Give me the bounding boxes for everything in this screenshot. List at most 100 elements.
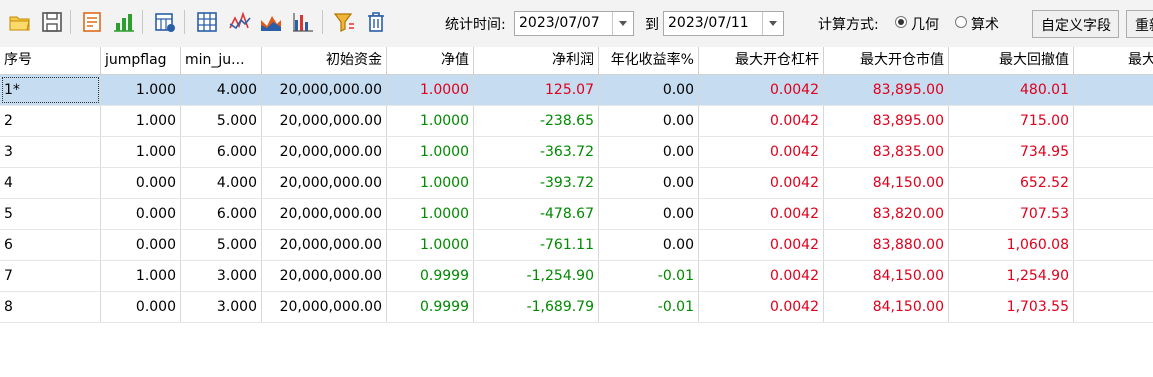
line-chart-icon[interactable] [228, 10, 252, 34]
table-row[interactable]: 5 0.000 6.000 20,000,000.00 1.0000 -478.67 0.0… [0, 199, 1153, 230]
cell-lev[interactable]: 0.0042 [699, 168, 824, 198]
cell-mktval[interactable]: 83,880.00 [824, 230, 949, 260]
table-row[interactable]: 8 0.000 3.000 20,000,000.00 0.9999 -1,689.79-… [0, 292, 1153, 323]
cell-blank[interactable] [1074, 75, 1153, 105]
col-header-jumpflag[interactable]: jumpflag [101, 47, 181, 74]
cell-blank[interactable] [1074, 199, 1153, 229]
cell-blank[interactable] [1074, 137, 1153, 167]
cell-jumpflag[interactable]: 1.000 [101, 137, 181, 167]
radio-arithmetic[interactable] [955, 16, 967, 28]
radio-geometric[interactable] [895, 16, 907, 28]
col-header-max-drawdown[interactable]: 最大回撤值 [949, 47, 1074, 74]
cell-capital[interactable]: 20,000,000.00 [262, 292, 387, 322]
cell-capital[interactable]: 20,000,000.00 [262, 106, 387, 136]
custom-field-button[interactable]: 自定义字段 [1032, 10, 1119, 38]
delete-icon[interactable] [364, 10, 388, 34]
col-header-index[interactable]: 序号 [0, 47, 101, 74]
column-chart-icon[interactable] [291, 10, 315, 34]
cell-idx[interactable]: 8 [0, 292, 101, 322]
cell-minju[interactable]: 5.000 [181, 230, 262, 260]
open-folder-icon[interactable] [8, 10, 32, 34]
cell-capital[interactable]: 20,000,000.00 [262, 261, 387, 291]
cell-nav[interactable]: 0.9999 [387, 261, 474, 291]
cell-mktval[interactable]: 83,820.00 [824, 199, 949, 229]
cell-nav[interactable]: 1.0000 [387, 230, 474, 260]
cell-mktval[interactable]: 84,150.00 [824, 292, 949, 322]
cell-annual[interactable]: 0.00 [599, 230, 699, 260]
cell-idx[interactable]: 3 [0, 137, 101, 167]
cell-idx[interactable]: 5 [0, 199, 101, 229]
report-icon[interactable] [80, 10, 104, 34]
chevron-down-icon[interactable] [762, 12, 783, 35]
cell-lev[interactable]: 0.0042 [699, 199, 824, 229]
cell-nav[interactable]: 0.9999 [387, 292, 474, 322]
cell-lev[interactable]: 0.0042 [699, 230, 824, 260]
table-row[interactable]: 2 1.000 5.000 20,000,000.00 1.0000 -238.65 0.0… [0, 106, 1153, 137]
cell-minju[interactable]: 6.000 [181, 199, 262, 229]
cell-annual[interactable]: 0.00 [599, 168, 699, 198]
cell-drawdown[interactable]: 734.95 [949, 137, 1074, 167]
filter-icon[interactable] [332, 10, 356, 34]
table-row[interactable]: 4 0.000 4.000 20,000,000.00 1.0000 -393.72 0.0… [0, 168, 1153, 199]
reset-button[interactable]: 重新 [1126, 10, 1153, 38]
calendar-grid-icon[interactable] [153, 10, 177, 34]
cell-idx[interactable]: 4 [0, 168, 101, 198]
cell-idx[interactable]: 1* [0, 75, 101, 105]
table-row[interactable]: 3 1.000 6.000 20,000,000.00 1.0000 -363.72 0.0… [0, 137, 1153, 168]
cell-nav[interactable]: 1.0000 [387, 75, 474, 105]
cell-blank[interactable] [1074, 261, 1153, 291]
cell-annual[interactable]: 0.00 [599, 75, 699, 105]
col-header-max-market-value[interactable]: 最大开仓市值 [824, 47, 949, 74]
col-header-initial-capital[interactable]: 初始资金 [262, 47, 387, 74]
cell-idx[interactable]: 2 [0, 106, 101, 136]
cell-drawdown[interactable]: 715.00 [949, 106, 1074, 136]
cell-blank[interactable] [1074, 292, 1153, 322]
cell-profit[interactable]: -238.65 [474, 106, 599, 136]
cell-nav[interactable]: 1.0000 [387, 106, 474, 136]
cell-drawdown[interactable]: 707.53 [949, 199, 1074, 229]
table-row[interactable]: 7 1.000 3.000 20,000,000.00 0.9999 -1,254.90-… [0, 261, 1153, 292]
cell-nav[interactable]: 1.0000 [387, 199, 474, 229]
col-header-max-partial[interactable]: 最大回 [1074, 47, 1153, 74]
cell-jumpflag[interactable]: 0.000 [101, 168, 181, 198]
cell-jumpflag[interactable]: 1.000 [101, 261, 181, 291]
cell-drawdown[interactable]: 1,254.90 [949, 261, 1074, 291]
cell-lev[interactable]: 0.0042 [699, 137, 824, 167]
cell-profit[interactable]: -393.72 [474, 168, 599, 198]
cell-minju[interactable]: 3.000 [181, 292, 262, 322]
table-row[interactable]: 6 0.000 5.000 20,000,000.00 1.0000 -761.11 0.0… [0, 230, 1153, 261]
cell-lev[interactable]: 0.0042 [699, 292, 824, 322]
cell-annual[interactable]: 0.00 [599, 106, 699, 136]
cell-minju[interactable]: 4.000 [181, 168, 262, 198]
cell-blank[interactable] [1074, 168, 1153, 198]
cell-mktval[interactable]: 84,150.00 [824, 261, 949, 291]
cell-lev[interactable]: 0.0042 [699, 261, 824, 291]
cell-mktval[interactable]: 84,150.00 [824, 168, 949, 198]
cell-capital[interactable]: 20,000,000.00 [262, 199, 387, 229]
cell-drawdown[interactable]: 1,060.08 [949, 230, 1074, 260]
cell-jumpflag[interactable]: 1.000 [101, 106, 181, 136]
cell-profit[interactable]: 125.07 [474, 75, 599, 105]
table-row[interactable]: 1* 1.000 4.000 20,000,000.00 1.0000 125.07 0.0… [0, 75, 1153, 106]
cell-annual[interactable]: -0.01 [599, 261, 699, 291]
cell-profit[interactable]: -363.72 [474, 137, 599, 167]
cell-idx[interactable]: 6 [0, 230, 101, 260]
cell-drawdown[interactable]: 1,703.55 [949, 292, 1074, 322]
cell-minju[interactable]: 3.000 [181, 261, 262, 291]
cell-mktval[interactable]: 83,895.00 [824, 106, 949, 136]
cell-profit[interactable]: -478.67 [474, 199, 599, 229]
cell-lev[interactable]: 0.0042 [699, 75, 824, 105]
cell-profit[interactable]: -1,689.79 [474, 292, 599, 322]
cell-mktval[interactable]: 83,895.00 [824, 75, 949, 105]
cell-annual[interactable]: 0.00 [599, 137, 699, 167]
start-date-picker[interactable]: 2023/07/07 [514, 11, 634, 36]
cell-profit[interactable]: -761.11 [474, 230, 599, 260]
cell-minju[interactable]: 6.000 [181, 137, 262, 167]
col-header-net-profit[interactable]: 净利润 [474, 47, 599, 74]
cell-minju[interactable]: 5.000 [181, 106, 262, 136]
cell-lev[interactable]: 0.0042 [699, 106, 824, 136]
cell-nav[interactable]: 1.0000 [387, 168, 474, 198]
col-header-max-leverage[interactable]: 最大开仓杠杆 [699, 47, 824, 74]
radio-geometric-label[interactable]: 几何 [911, 14, 939, 34]
cell-jumpflag[interactable]: 1.000 [101, 75, 181, 105]
